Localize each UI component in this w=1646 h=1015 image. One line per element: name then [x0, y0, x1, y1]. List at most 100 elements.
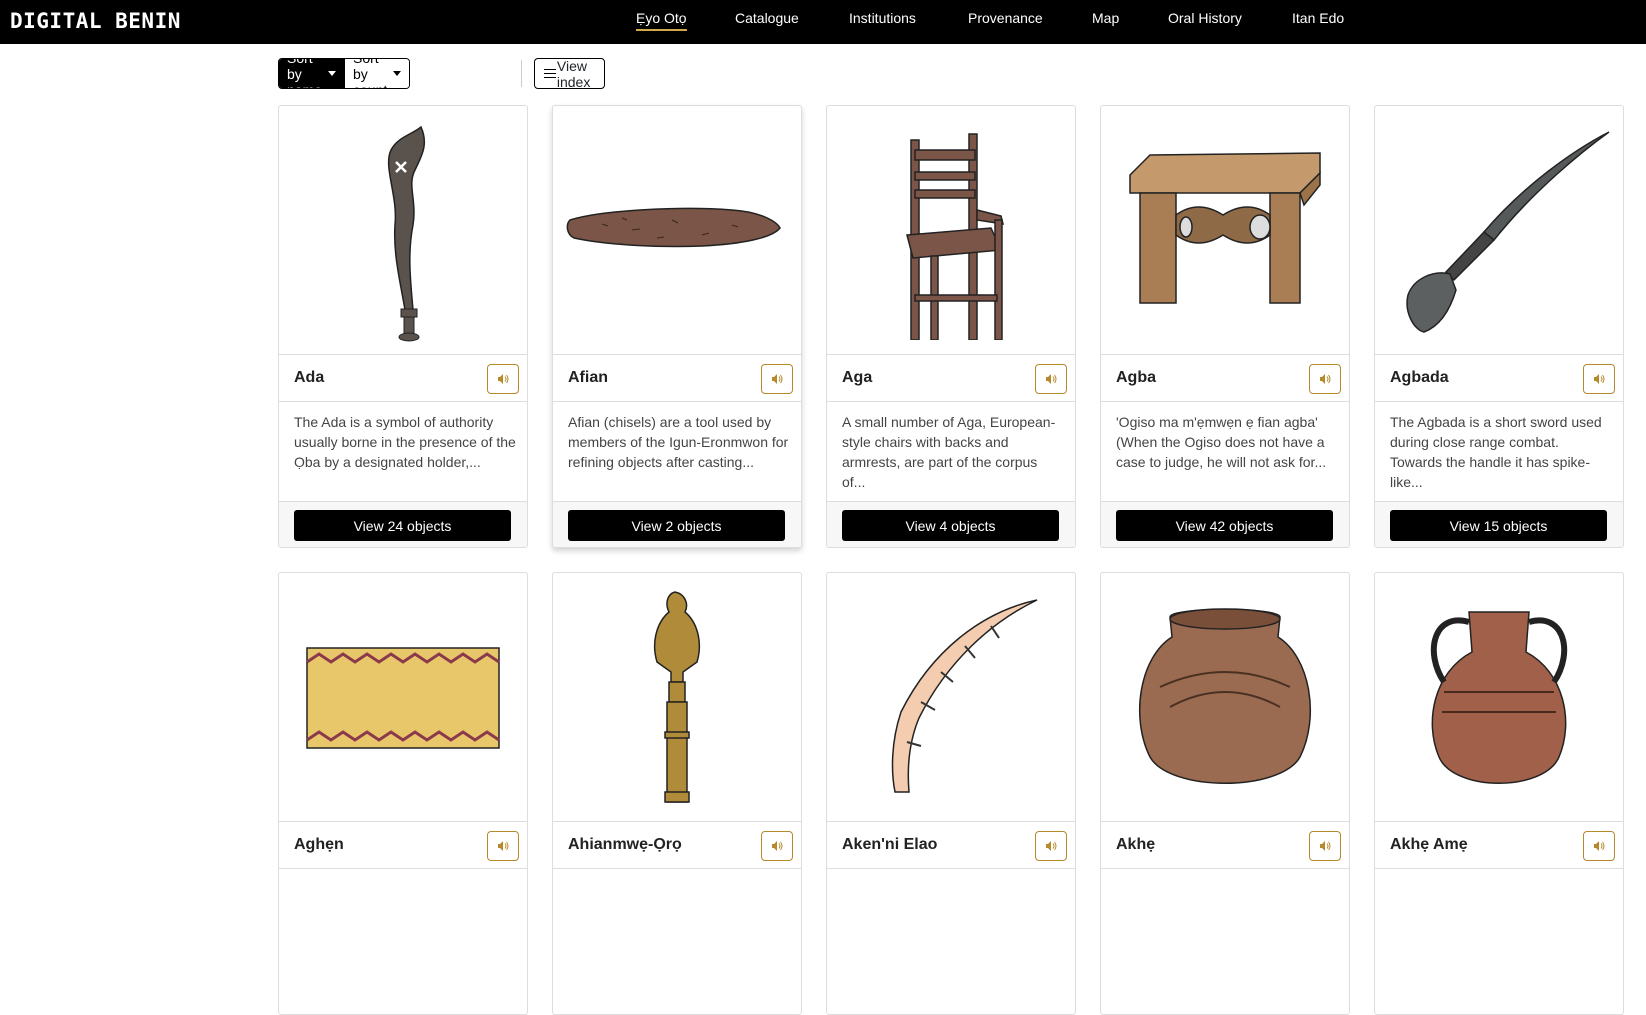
view-objects-button[interactable]: View 42 objects	[1116, 510, 1333, 541]
speaker-icon	[1320, 841, 1331, 851]
sort-by-name-label: Sort by name	[287, 59, 322, 88]
audio-button[interactable]	[761, 831, 793, 861]
mat-icon	[306, 647, 500, 749]
card-description: The Agbada is a short sword used during …	[1390, 414, 1602, 490]
speaker-icon	[1320, 374, 1331, 384]
card-title: Afian	[568, 369, 608, 386]
card-image[interactable]	[1375, 106, 1623, 354]
speaker-icon	[1594, 841, 1605, 851]
card-image[interactable]	[279, 573, 527, 821]
view-objects-button[interactable]: View 2 objects	[568, 510, 785, 541]
card-image[interactable]	[827, 106, 1075, 354]
card-aga: Aga A small number of Aga, European-styl…	[826, 105, 1076, 548]
nav-item-provenance[interactable]: Provenance	[968, 10, 1043, 26]
card-header: Aken'ni Elao	[827, 821, 1075, 869]
audio-button[interactable]	[487, 364, 519, 394]
card-aghen: Aghẹn	[278, 572, 528, 1015]
card-header: Ada	[279, 354, 527, 402]
audio-button[interactable]	[1309, 364, 1341, 394]
card-image[interactable]	[553, 106, 801, 354]
card-ada: Ada The Ada is a symbol of authority usu…	[278, 105, 528, 548]
card-title: Aken'ni Elao	[842, 836, 938, 853]
card-image[interactable]	[827, 573, 1075, 821]
toolbar-divider	[521, 60, 522, 87]
speaker-icon	[1046, 374, 1057, 384]
sort-by-count-label: Sort by count	[353, 59, 387, 88]
nav-item-catalogue[interactable]: Catalogue	[735, 10, 799, 26]
card-header: Akhẹ Amẹ	[1375, 821, 1623, 869]
speaker-icon	[1594, 374, 1605, 384]
speaker-icon	[498, 841, 509, 851]
sort-by-count-button[interactable]: Sort by count	[344, 59, 410, 88]
card-header: Aga	[827, 354, 1075, 402]
view-objects-button[interactable]: View 4 objects	[842, 510, 1059, 541]
view-index-label: View index	[556, 57, 591, 90]
card-agbada: Agbada The Agbada is a short sword used …	[1374, 105, 1624, 548]
site-logo[interactable]: DIGITAL BENIN	[10, 8, 181, 34]
nav-item-institutions[interactable]: Institutions	[849, 10, 916, 26]
card-title: Agba	[1116, 369, 1156, 386]
audio-button[interactable]	[1035, 364, 1067, 394]
card-footer: View 24 objects	[279, 501, 527, 547]
view-index-button[interactable]: View index	[534, 57, 606, 90]
card-footer: View 4 objects	[827, 501, 1075, 547]
card-akenni-elao: Aken'ni Elao	[826, 572, 1076, 1015]
card-image[interactable]	[279, 106, 527, 354]
nav-item-eyo-oto[interactable]: Ẹyo Otọ	[636, 10, 687, 31]
card-afian: Afian Afian (chisels) are a tool used by…	[552, 105, 802, 548]
card-image[interactable]	[553, 573, 801, 821]
speaker-icon	[772, 374, 783, 384]
audio-button[interactable]	[761, 364, 793, 394]
card-akhe-ame: Akhẹ Amẹ	[1374, 572, 1624, 1015]
sword-icon	[387, 125, 426, 342]
card-image[interactable]	[1101, 573, 1349, 821]
nav-item-itan-edo[interactable]: Itan Edo	[1292, 10, 1344, 26]
view-objects-button[interactable]: View 24 objects	[294, 510, 511, 541]
card-description: The Ada is a symbol of authority usually…	[294, 414, 516, 470]
sort-button-group: Sort by name Sort by count	[278, 58, 411, 89]
caret-down-icon	[328, 71, 337, 76]
card-header: Aghẹn	[279, 821, 527, 869]
list-icon	[544, 68, 556, 79]
card-image[interactable]	[1375, 573, 1623, 821]
speaker-icon	[772, 841, 783, 851]
nav-item-oral-history[interactable]: Oral History	[1168, 10, 1242, 26]
card-title: Akhẹ Amẹ	[1390, 836, 1468, 853]
audio-button[interactable]	[1309, 831, 1341, 861]
card-image[interactable]	[1101, 106, 1349, 354]
card-header: Akhẹ	[1101, 821, 1349, 869]
card-header: Afian	[553, 354, 801, 402]
caret-down-icon	[393, 71, 402, 76]
card-header: Agba	[1101, 354, 1349, 402]
audio-button[interactable]	[1583, 364, 1615, 394]
card-title: Ahianmwẹ-Ọrọ	[568, 836, 682, 853]
dagger-icon	[1406, 131, 1610, 333]
card-agba: Agba 'Ogiso ma m'ẹmwẹn ẹ fian agba' (Whe…	[1100, 105, 1350, 548]
chair-icon	[906, 133, 1005, 340]
view-objects-button[interactable]: View 15 objects	[1390, 510, 1607, 541]
audio-button[interactable]	[1583, 831, 1615, 861]
tusk-icon	[891, 599, 1038, 793]
pot-icon	[1138, 608, 1312, 784]
audio-button[interactable]	[487, 831, 519, 861]
speaker-icon	[498, 374, 509, 384]
card-description: A small number of Aga, European-style ch…	[842, 414, 1056, 490]
chisel-icon	[566, 207, 781, 248]
card-title: Akhẹ	[1116, 836, 1156, 853]
audio-button[interactable]	[1035, 831, 1067, 861]
sort-by-name-button[interactable]: Sort by name	[279, 59, 345, 88]
bird-staff-icon	[653, 591, 701, 803]
stool-icon	[1129, 152, 1321, 304]
jar-icon	[1430, 611, 1568, 784]
card-description: 'Ogiso ma m'ẹmwẹn ẹ fian agba' (When the…	[1116, 414, 1327, 470]
nav-item-map[interactable]: Map	[1092, 10, 1119, 26]
card-title: Agbada	[1390, 369, 1449, 386]
card-title: Ada	[294, 369, 325, 386]
card-footer: View 15 objects	[1375, 501, 1623, 547]
card-ahianmwe-oro: Ahianmwẹ-Ọrọ	[552, 572, 802, 1015]
card-header: Ahianmwẹ-Ọrọ	[553, 821, 801, 869]
card-header: Agbada	[1375, 354, 1623, 402]
card-akhe: Akhẹ	[1100, 572, 1350, 1015]
top-navbar: DIGITAL BENIN Ẹyo Otọ Catalogue Institut…	[0, 0, 1646, 44]
card-title: Aghẹn	[294, 836, 344, 853]
